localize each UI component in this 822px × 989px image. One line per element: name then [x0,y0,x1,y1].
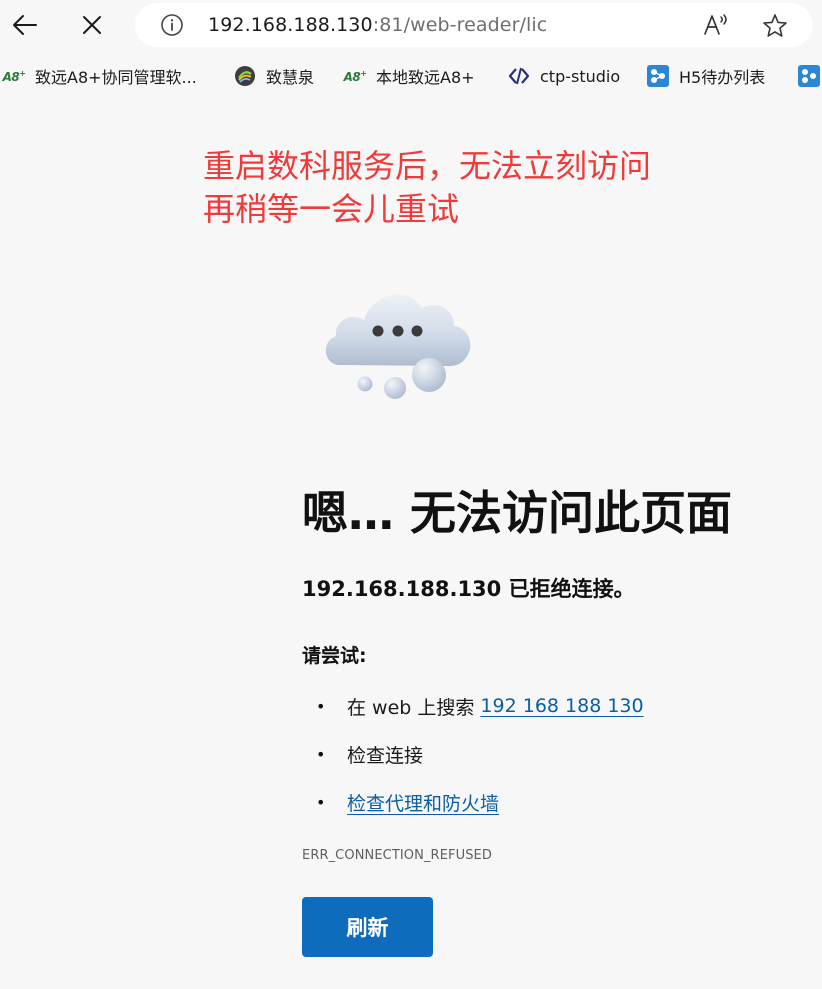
bookmark-label: H5待办列表 [679,68,766,87]
blue-app-icon [797,64,821,88]
search-web-link[interactable]: 192 168 188 130 [480,695,643,717]
read-aloud-icon[interactable] [702,12,730,38]
blue-app-icon [646,64,670,88]
error-title: 嗯… 无法访问此页面 [302,486,733,540]
refresh-button[interactable]: 刷新 [302,897,433,957]
url-path: :81/web-reader/lic [372,14,548,36]
cloud-illustration [318,280,478,405]
star-icon[interactable] [761,12,789,40]
cloud-dots-icon [325,294,471,399]
annotation-line-2: 再稍等一会儿重试 [203,190,460,228]
suggestion-check-connection: • 检查连接 [302,736,423,772]
suggestion-search-web: • 在 web 上搜索 192 168 188 130 [302,688,644,724]
bullet-icon: • [316,696,326,716]
bookmark-label: ctp-studio [540,66,621,86]
bookmarks-bar: A8+ 致远A8+协同管理软... 致慧泉 A8+ 本地致远A8+ ctp-st… [0,58,822,94]
bullet-icon: • [316,792,326,812]
arrow-left-icon [13,15,37,35]
check-proxy-firewall-link[interactable]: 检查代理和防火墙 [347,789,499,816]
suggestion-text: 检查连接 [347,744,424,767]
suggestion-check-proxy: • 检查代理和防火墙 [302,784,499,820]
error-subtitle: 192.168.188.130 已拒绝连接。 [302,577,635,601]
info-icon[interactable] [160,13,184,37]
bookmark-label: 致远A8+协同管理软... [35,68,197,87]
swirl-logo-icon [233,64,257,88]
annotation-note: 重启数科服务后，无法立刻访问 再稍等一会儿重试 [203,145,723,231]
stop-loading-button[interactable] [74,7,110,43]
annotation-line-1: 重启数科服务后，无法立刻访问 [203,147,652,185]
bookmark-item-a8-collab[interactable]: A8+ 致远A8+协同管理软... [2,58,197,94]
suggestion-text: 在 web 上搜索 [347,696,481,719]
close-x-icon [83,16,101,34]
bookmark-item-zhihuiquan[interactable]: 致慧泉 [233,58,314,94]
bookmark-label: 致慧泉 [266,68,315,87]
a8-logo-icon: A8+ [343,68,367,84]
bookmark-item-local-a8[interactable]: A8+ 本地致远A8+ [343,58,475,94]
browser-toolbar: 192.168.188.130:81/web-reader/lic [0,0,822,50]
address-bar[interactable]: 192.168.188.130:81/web-reader/lic [135,3,813,47]
url-host: 192.168.188.130 [208,14,373,36]
bookmark-item-overflow[interactable] [797,58,822,94]
bookmark-item-h5-todo[interactable]: H5待办列表 [646,58,765,94]
bullet-icon: • [316,744,326,764]
code-brackets-icon [507,64,531,88]
a8-logo-icon: A8+ [2,68,26,84]
error-code: ERR_CONNECTION_REFUSED [302,848,492,863]
back-button[interactable] [7,7,43,43]
address-url[interactable]: 192.168.188.130:81/web-reader/lic [208,14,547,36]
bookmark-item-ctp-studio[interactable]: ctp-studio [507,58,620,94]
bookmark-label: 本地致远A8+ [376,68,475,87]
try-label: 请尝试: [302,645,367,667]
